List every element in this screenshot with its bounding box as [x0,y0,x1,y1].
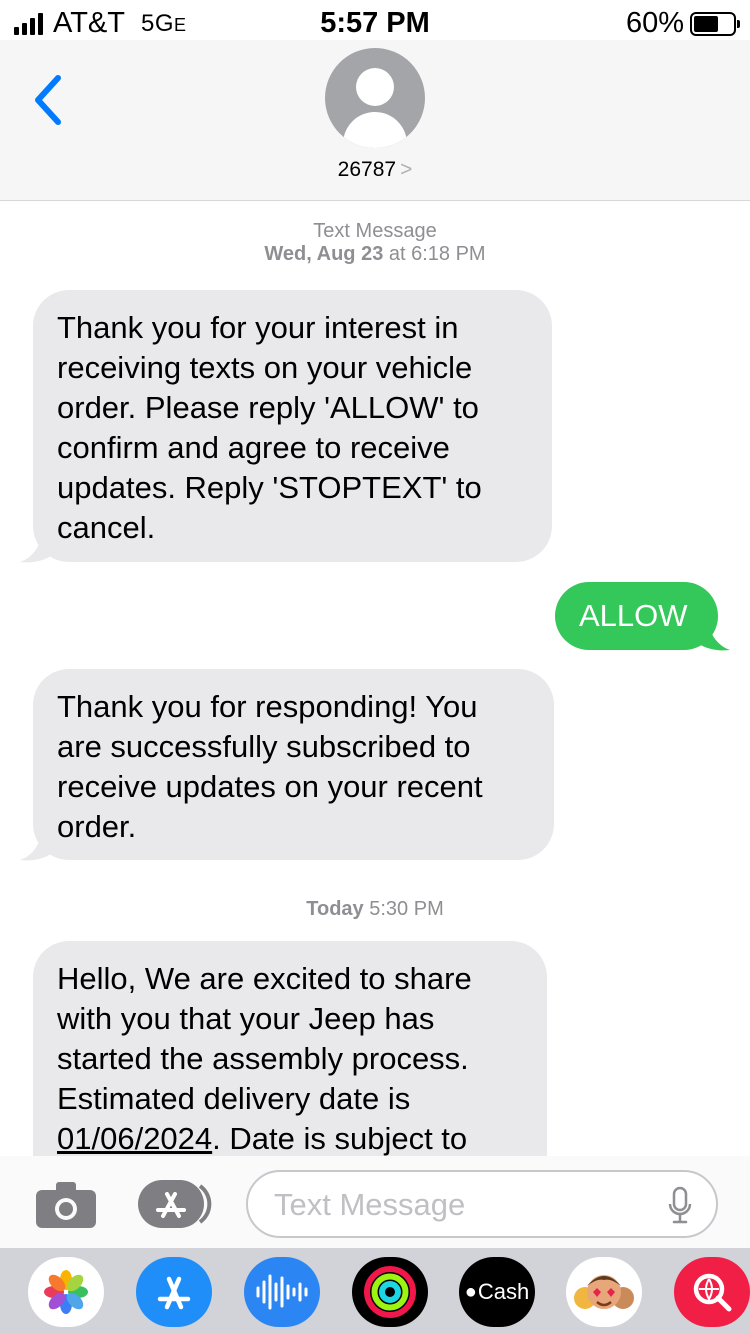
apple-cash-app-icon[interactable]: ● Cash [459,1257,535,1327]
conversation-header: 26787 > [0,40,750,201]
message-input[interactable] [272,1182,656,1228]
contact-name-button[interactable]: 26787 > [0,158,750,182]
message-line: 01/06/2024. Date is subject to [57,1121,468,1156]
contact-avatar[interactable] [325,48,425,148]
app-drawer: ● Cash [0,1248,750,1334]
message-line: Hello, We are excited to share [57,961,472,996]
message-line: with you that your Jeep has [57,1001,435,1036]
status-right: 60% [625,7,740,40]
message-input-field[interactable] [246,1170,718,1238]
message-line: started the assembly process. [57,1041,469,1076]
message-timestamp-today: Today 5:30 PM [306,898,444,920]
apple-logo-icon: ● [464,1280,477,1303]
activity-app-icon[interactable] [352,1257,428,1327]
microphone-icon[interactable] [668,1186,692,1226]
chevron-right-icon: > [400,158,413,181]
battery-icon [690,11,740,36]
photos-app-icon[interactable] [28,1257,104,1327]
message-timestamp-header: Text Message Wed, Aug 23 at 6:18 PM [0,220,750,266]
memoji-stickers-app-icon[interactable] [566,1257,642,1327]
compose-bar [0,1156,750,1248]
status-bar: AT&T 5GE 5:57 PM 60% [0,0,750,40]
message-line: Estimated delivery date is [57,1081,411,1116]
date-link[interactable]: 01/06/2024 [57,1121,212,1156]
back-chevron-icon[interactable] [30,70,70,130]
cash-label: Cash [477,1279,530,1304]
app-store-icon[interactable] [138,1180,214,1228]
message-date: Wed, Aug 23 at 6:18 PM [264,243,486,265]
incoming-message-bubble[interactable]: Thank you for your interest in receiving… [33,290,552,562]
battery-percent: 60% [625,7,684,39]
camera-icon[interactable] [36,1182,96,1228]
contact-name: 26787 [337,158,397,181]
outgoing-message-bubble[interactable]: ALLOW [555,582,718,650]
search-images-app-icon[interactable] [674,1257,750,1327]
app-store-app-icon[interactable] [136,1257,212,1327]
incoming-message-bubble[interactable]: Thank you for responding! You are succes… [33,669,554,860]
message-type-label: Text Message [313,220,437,242]
audio-message-app-icon[interactable] [244,1257,320,1327]
